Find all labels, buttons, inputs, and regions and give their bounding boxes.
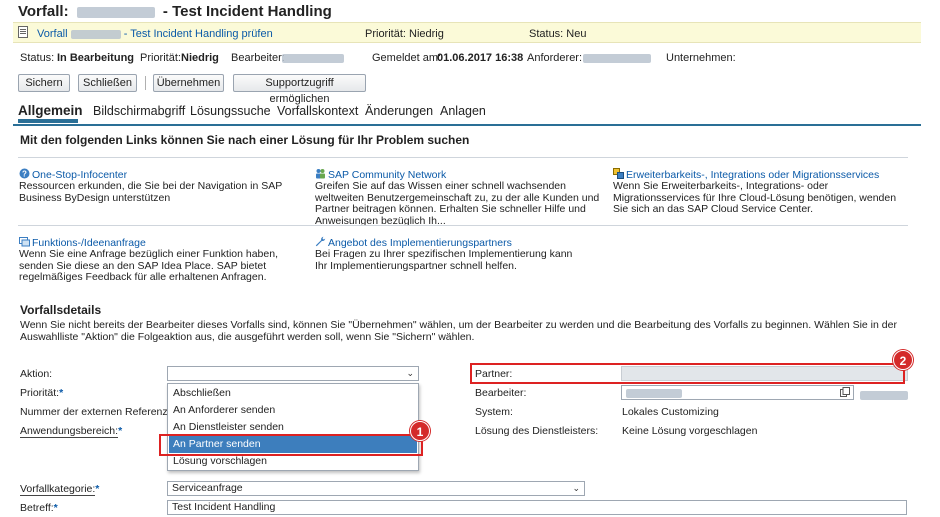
- reported-value: 01.06.2017 16:38: [437, 52, 524, 64]
- action-dropdown-list: Abschließen An Anforderer senden An Dien…: [167, 383, 419, 471]
- link-description: Greifen Sie auf das Wissen einer schnell…: [315, 180, 600, 227]
- subject-value: Test Incident Handling: [172, 501, 276, 513]
- redacted-id: [70, 29, 121, 39]
- ext-ref-label: Nummer der externen Referenz:: [20, 406, 171, 418]
- highlight-box-1: [159, 434, 423, 456]
- details-heading: Vorfallsdetails: [20, 303, 102, 317]
- save-button[interactable]: Sichern: [18, 74, 70, 92]
- chevron-down-icon: ⌄: [572, 483, 580, 493]
- action-option[interactable]: An Anforderer senden: [169, 402, 417, 419]
- requester-label: Anforderer:: [527, 52, 583, 64]
- incident-doc-icon: [18, 26, 28, 41]
- marker-1: 1: [410, 421, 430, 441]
- link-description: Bei Fragen zu Ihrer spezifischen Impleme…: [315, 248, 573, 272]
- processor-label: Bearbeiter:: [231, 52, 285, 64]
- status-value: In Bearbeitung: [57, 52, 135, 64]
- category-select[interactable]: Serviceanfrage ⌄: [167, 481, 585, 496]
- priority-value: Niedrig: [181, 52, 219, 64]
- category-label: Vorfallkategorie:*: [20, 483, 100, 496]
- take-over-button[interactable]: Übernehmen: [153, 74, 224, 92]
- tab-incident-context[interactable]: Vorfallskontext: [277, 104, 358, 118]
- incident-link-prefix: Vorfall: [37, 28, 68, 40]
- subject-label: Betreff:*: [20, 502, 58, 514]
- tab-changes[interactable]: Änderungen: [365, 104, 433, 118]
- toolbar-separator: [145, 76, 146, 90]
- processor-field-label: Bearbeiter:: [475, 387, 527, 399]
- processor-input[interactable]: [621, 385, 854, 400]
- support-access-button[interactable]: Supportzugriff ermöglichen: [233, 74, 366, 105]
- title-suffix: - Test Incident Handling: [162, 3, 332, 20]
- redacted-id: [76, 6, 155, 18]
- active-tab-indicator: [18, 119, 78, 123]
- priority-label: Priorität:: [140, 52, 181, 64]
- summary-bar: Vorfall - Test Incident Handling prüfen …: [13, 22, 921, 43]
- redacted-processor: [626, 388, 682, 398]
- marker-2: 2: [893, 350, 913, 370]
- action-option[interactable]: Abschließen: [169, 385, 417, 402]
- link-description: Wenn Sie eine Anfrage bezüglich einer Fu…: [19, 248, 278, 283]
- value-help-icon[interactable]: [840, 387, 850, 401]
- status-label: Status:: [20, 52, 55, 64]
- app-area-label: Anwendungsbereich:*: [20, 425, 123, 438]
- category-value: Serviceanfrage: [172, 482, 243, 494]
- details-intro: Wenn Sie nicht bereits der Bearbeiter di…: [20, 319, 897, 343]
- tab-screen-capture[interactable]: Bildschirmabgriff: [93, 104, 185, 118]
- summary-status: Status: Neu: [529, 28, 587, 40]
- page-title: Vorfall: - Test Incident Handling: [18, 3, 332, 20]
- title-prefix: Vorfall:: [18, 3, 69, 20]
- company-label: Unternehmen:: [666, 52, 736, 64]
- tab-general[interactable]: Allgemein: [18, 103, 83, 118]
- action-select[interactable]: ⌄: [167, 366, 419, 381]
- summary-priority: Priorität: Niedrig: [365, 28, 444, 40]
- divider: [18, 225, 908, 226]
- link-description: Ressourcen erkunden, die Sie bei der Nav…: [19, 180, 283, 204]
- tab-attachments[interactable]: Anlagen: [440, 104, 486, 118]
- system-value: Lokales Customizing: [622, 406, 719, 418]
- svg-text:?: ?: [22, 170, 27, 179]
- incident-link-suffix: - Test Incident Handling prüfen: [123, 28, 273, 40]
- provider-solution-label: Lösung des Dienstleisters:: [475, 425, 599, 437]
- highlight-box-2: [470, 363, 905, 384]
- reported-label: Gemeldet am:: [372, 52, 442, 64]
- redacted-processor-id: [860, 389, 908, 401]
- divider: [18, 157, 908, 158]
- redacted-processor: [282, 52, 344, 64]
- links-heading: Mit den folgenden Links können Sie nach …: [20, 133, 470, 147]
- tab-baseline: [13, 124, 921, 126]
- chevron-down-icon: ⌄: [406, 368, 414, 378]
- incident-link[interactable]: Vorfall - Test Incident Handling prüfen: [37, 28, 273, 40]
- tab-solution-search[interactable]: Lösungssuche: [190, 104, 271, 118]
- priority-field-label: Priorität:*: [20, 387, 64, 399]
- action-label: Aktion:: [20, 368, 53, 380]
- system-label: System:: [475, 406, 513, 418]
- link-description: Wenn Sie Erweiterbarkeits-, Integrations…: [613, 180, 897, 215]
- close-button[interactable]: Schließen: [78, 74, 137, 92]
- provider-solution-value: Keine Lösung vorgeschlagen: [622, 425, 758, 437]
- redacted-requester: [583, 52, 651, 64]
- subject-input[interactable]: Test Incident Handling: [167, 500, 907, 515]
